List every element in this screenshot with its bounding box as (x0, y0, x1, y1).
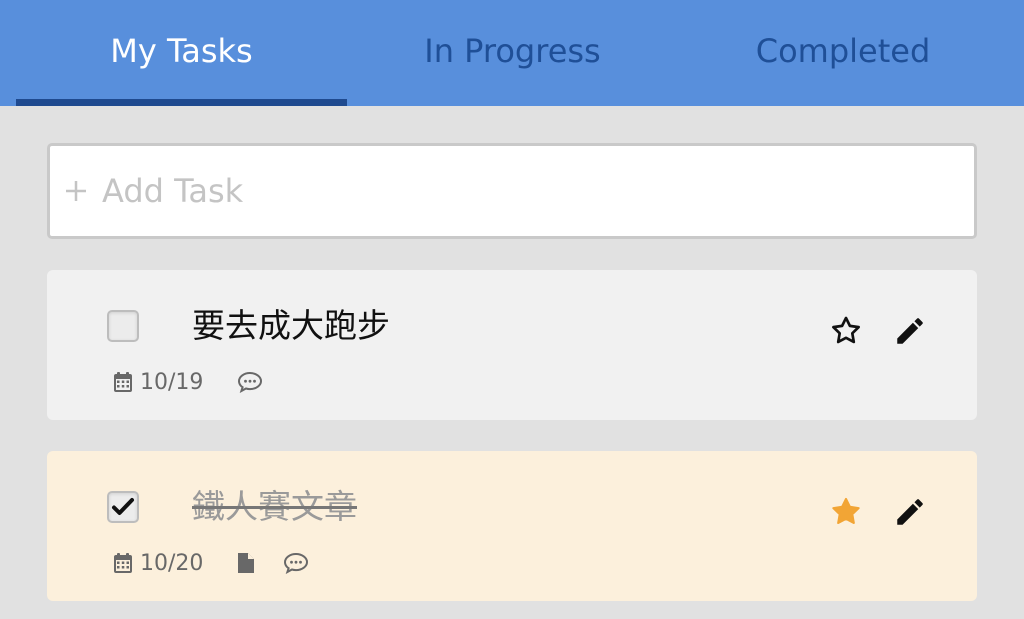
add-task-box[interactable] (47, 143, 977, 239)
tab-completed[interactable]: Completed (678, 0, 1008, 106)
task-meta: 10/19 (113, 368, 263, 396)
task-title: 鐵人賽文章 (192, 487, 357, 526)
task-meta: 10/20 (113, 549, 309, 577)
task-checkbox[interactable] (107, 310, 139, 342)
tab-in-progress[interactable]: In Progress (347, 0, 678, 106)
comment-icon (238, 371, 263, 393)
checkmark-icon (112, 498, 134, 515)
star-icon[interactable] (829, 495, 863, 529)
plus-icon (66, 181, 86, 201)
pencil-icon[interactable] (893, 314, 927, 348)
calendar-icon (114, 553, 132, 573)
task-date: 10/20 (140, 550, 204, 576)
calendar-icon (114, 372, 132, 392)
task-checkbox[interactable] (107, 491, 139, 523)
pencil-icon[interactable] (893, 495, 927, 529)
task-date: 10/19 (140, 369, 204, 395)
tab-bar: My Tasks In Progress Completed (0, 0, 1024, 106)
task-title: 要去成大跑步 (192, 306, 390, 345)
task-card[interactable]: 要去成大跑步 10/19 (47, 270, 977, 420)
tab-my-tasks[interactable]: My Tasks (16, 0, 347, 106)
file-icon (238, 553, 255, 573)
add-task-input[interactable] (102, 146, 962, 236)
comment-icon (284, 552, 309, 574)
active-tab-underline (16, 99, 347, 106)
task-card[interactable]: 鐵人賽文章 10/20 (47, 451, 977, 601)
star-icon[interactable] (829, 314, 863, 348)
